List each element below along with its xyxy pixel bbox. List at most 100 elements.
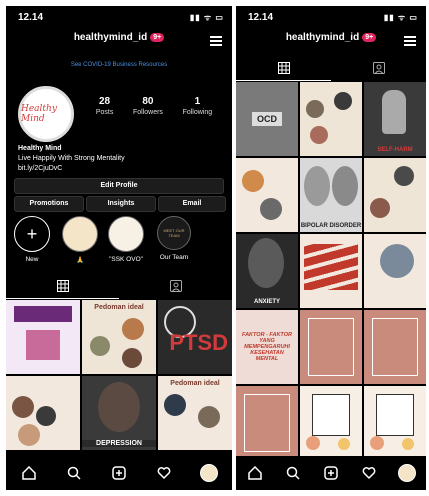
new-post-icon[interactable] <box>320 462 342 484</box>
post-tile[interactable]: DEPRESSION <box>82 376 156 450</box>
post-text: OCD <box>252 112 282 126</box>
status-time: 12.14 <box>248 12 274 23</box>
post-image <box>334 92 352 110</box>
post-image <box>90 336 110 356</box>
tab-grid[interactable] <box>6 274 119 299</box>
post-tile[interactable]: Pedoman ideal <box>82 300 156 374</box>
profile-avatar-icon[interactable] <box>198 462 220 484</box>
stat-followers[interactable]: 80 Followers <box>133 96 163 116</box>
avatar[interactable]: Healthy Mind <box>18 86 74 142</box>
status-bar: 12.14 ▮▮ ᯤ ▭ <box>236 6 426 26</box>
post-tile[interactable] <box>236 158 298 232</box>
post-tile[interactable]: BIPOLAR DISORDER <box>300 158 362 232</box>
flower-image <box>338 438 350 450</box>
post-caption: DEPRESSION <box>82 440 156 447</box>
notification-badge[interactable]: 9+ <box>150 33 165 42</box>
post-image <box>122 348 142 368</box>
post-image <box>26 330 60 360</box>
insights-button[interactable]: Insights <box>86 196 156 212</box>
post-tile[interactable] <box>6 300 80 374</box>
hand-image <box>382 90 406 134</box>
email-button[interactable]: Email <box>158 196 226 212</box>
stat-number: 80 <box>142 96 154 107</box>
post-tile[interactable]: OCD <box>236 82 298 156</box>
highlight-ssk-ovo[interactable]: "SSK OVO" <box>106 216 146 263</box>
highlight-label: New <box>25 256 39 263</box>
profile-stats: 28 Posts 80 Followers 1 Following <box>86 96 222 116</box>
post-tile[interactable]: PTSD <box>158 300 232 374</box>
post-tile[interactable] <box>364 310 426 384</box>
username[interactable]: healthymind_id <box>74 32 147 43</box>
home-icon[interactable] <box>18 462 40 484</box>
stat-label: Following <box>182 109 213 116</box>
grid-icon <box>277 62 290 74</box>
username[interactable]: healthymind_id <box>286 32 359 43</box>
search-icon[interactable] <box>282 462 304 484</box>
post-tile[interactable] <box>300 310 362 384</box>
profile-header: healthymind_id 9+ <box>6 32 232 52</box>
post-tile[interactable] <box>300 386 362 460</box>
post-tile[interactable]: ANXIETY <box>236 234 298 308</box>
post-text: FAKTOR - FAKTOR YANG MEMPENGARUHI KESEHA… <box>242 332 292 362</box>
covid-resources-link[interactable]: See COVID-19 Business Resources <box>6 62 232 68</box>
tab-tagged[interactable] <box>331 56 426 80</box>
highlight-label: 🙏 <box>75 257 85 264</box>
post-tile[interactable] <box>300 234 362 308</box>
left-screen: 12.14 ▮▮ ᯤ ▭ healthymind_id 9+ See COVID-… <box>6 6 232 490</box>
profile-tabs <box>236 56 426 81</box>
grid-icon <box>56 280 69 292</box>
post-image <box>260 198 282 220</box>
post-tile[interactable]: SELF-HARM <box>364 82 426 156</box>
post-tile[interactable] <box>300 82 362 156</box>
search-icon[interactable] <box>63 462 85 484</box>
stat-posts[interactable]: 28 Posts <box>96 96 114 116</box>
highlight-label: "SSK OVO" <box>109 256 143 263</box>
post-image <box>370 198 390 218</box>
post-tile[interactable] <box>6 376 80 450</box>
status-icons: ▮▮ ᯤ ▭ <box>189 13 224 22</box>
post-tile[interactable]: FAKTOR - FAKTOR YANG MEMPENGARUHI KESEHA… <box>236 310 298 384</box>
notification-badge[interactable]: 9+ <box>362 33 377 42</box>
status-icons: ▮▮ ᯤ ▭ <box>383 13 418 22</box>
highlight-cover: MEET OUR TEAM <box>157 216 191 250</box>
post-text: PTSD <box>169 330 228 355</box>
bottom-nav <box>6 456 232 490</box>
promotions-button[interactable]: Promotions <box>14 196 84 212</box>
home-icon[interactable] <box>244 462 266 484</box>
avatar-logo-text: Healthy Mind <box>21 104 57 124</box>
bio-link[interactable]: bit.ly/2CjuDvC <box>18 164 125 174</box>
plus-icon: + <box>14 216 50 252</box>
highlight-label: Our Team <box>159 254 189 261</box>
stat-following[interactable]: 1 Following <box>183 96 213 116</box>
post-frame <box>244 394 290 452</box>
post-tile[interactable]: Pedoman ideal <box>158 376 232 450</box>
new-post-icon[interactable] <box>108 462 130 484</box>
post-frame <box>376 394 414 436</box>
heart-icon[interactable] <box>153 462 175 484</box>
highlight-new[interactable]: + New <box>12 216 52 263</box>
post-text: Pedoman ideal <box>94 304 144 311</box>
post-text: Pedoman ideal <box>170 380 220 387</box>
heart-icon[interactable] <box>358 462 380 484</box>
post-grid: Pedoman ideal PTSD DEPRESSION Pedoman id… <box>6 300 232 450</box>
post-image <box>394 166 414 186</box>
post-tile[interactable] <box>236 386 298 460</box>
post-tile[interactable] <box>364 386 426 460</box>
post-tile[interactable] <box>364 158 426 232</box>
stat-number: 1 <box>194 96 201 107</box>
flower-image <box>402 438 414 450</box>
tab-grid[interactable] <box>236 56 331 81</box>
profile-avatar-icon[interactable] <box>396 462 418 484</box>
bio-line: Live Happily With Strong Mentality <box>18 155 125 162</box>
menu-icon[interactable] <box>210 36 222 46</box>
post-tile[interactable] <box>364 234 426 308</box>
highlight-pray[interactable]: 🙏 <box>60 216 100 264</box>
post-image <box>304 244 358 290</box>
tagged-person-icon <box>169 280 182 292</box>
tab-tagged[interactable] <box>119 274 232 298</box>
status-bar: 12.14 ▮▮ ᯤ ▭ <box>6 6 232 26</box>
edit-profile-button[interactable]: Edit Profile <box>14 178 224 194</box>
stat-label: Followers <box>132 109 163 116</box>
highlight-our-team[interactable]: MEET OUR TEAM Our Team <box>154 216 194 261</box>
menu-icon[interactable] <box>404 36 416 46</box>
